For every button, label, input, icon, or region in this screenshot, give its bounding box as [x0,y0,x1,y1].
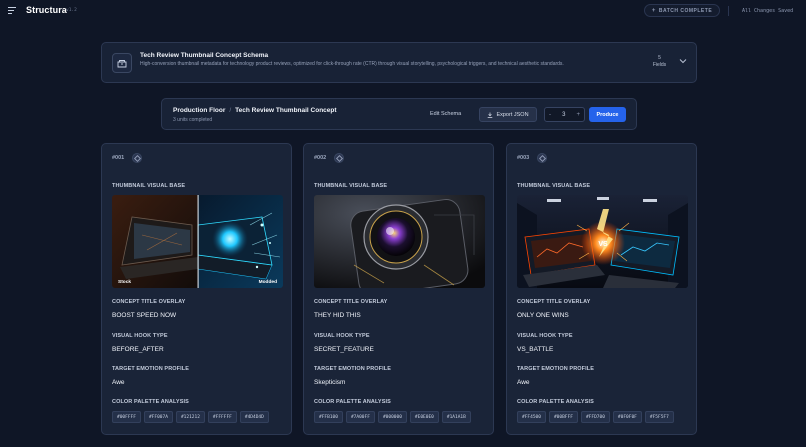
batch-status-label: BATCH COMPLETE [658,7,713,14]
increment-button[interactable]: + [576,112,580,118]
card-id: #003 [517,155,530,161]
thumbnail-image [314,195,485,288]
breadcrumb-root[interactable]: Production Floor [173,107,225,114]
color-chip: #0F0F0F [612,411,642,423]
field-label-visual-base: THUMBNAIL VISUAL BASE [517,183,591,189]
color-chip: #000000 [377,411,407,423]
field-value-hook-type: SECRET_FEATURE [314,346,374,353]
color-chip: #00FFFF [112,411,141,423]
field-value-emotion: Skepticism [314,379,346,386]
schema-description: High-conversion thumbnail metadata for t… [140,61,564,67]
divider [728,6,729,16]
color-chip: #00BFFF [548,411,578,423]
save-status: All Changes Saved [742,8,794,14]
image-caption-left: Stock [118,280,132,285]
concept-card: #003 THUMBNAIL VISUAL BASE VS CONCEPT TI… [506,143,697,435]
field-label-emotion: TARGET EMOTION PROFILE [112,366,189,372]
color-chip: #FF007A [143,411,173,423]
fields-count: 5 Fields [647,55,672,69]
color-chip: #1A1A1B [441,411,471,423]
field-label-palette: COLOR PALETTE ANALYSIS [314,399,391,405]
field-label-title-overlay: CONCEPT TITLE OVERLAY [314,299,388,305]
schema-banner[interactable]: Tech Review Thumbnail Concept Schema Hig… [101,42,697,83]
produce-button[interactable]: Produce [589,107,626,122]
breadcrumb-separator: / [229,107,232,114]
schema-box-icon [112,53,132,73]
thumbnail-image: Stock Modded [112,195,283,288]
field-label-title-overlay: CONCEPT TITLE OVERLAY [112,299,186,305]
app-version: v1.2 [66,8,77,13]
color-chip: #4D4D4D [239,411,269,423]
decrement-button[interactable]: - [549,112,551,118]
quantity-value[interactable]: 3 [562,112,565,118]
field-label-visual-base: THUMBNAIL VISUAL BASE [314,183,388,189]
card-options-icon[interactable] [537,153,547,163]
color-chip: #FFB100 [314,411,343,423]
schema-title: Tech Review Thumbnail Concept Schema [140,52,269,59]
card-id: #001 [112,155,125,161]
card-options-icon[interactable] [132,153,142,163]
sparkle-icon: + [651,7,656,14]
top-bar: Structura v1.2 + BATCH COMPLETE All Chan… [0,0,806,22]
palette-chips: #FF4500 #00BFFF #FFD700 #0F0F0F #F5F5F7 [517,411,674,423]
field-label-emotion: TARGET EMOTION PROFILE [314,366,391,372]
field-value-title-overlay: ONLY ONE WINS [517,312,569,319]
palette-chips: #FFB100 #7A00FF #000000 #E0E0E0 #1A1A1B [314,411,471,423]
field-label-hook-type: VISUAL HOOK TYPE [314,333,370,339]
palette-chips: #00FFFF #FF007A #121212 #FFFFFF #4D4D4D [112,411,269,423]
card-options-icon[interactable] [334,153,344,163]
quantity-stepper[interactable]: - 3 + [544,107,585,122]
concept-card: #001 THUMBNAIL VISUAL BASE Stock Modded … [101,143,292,435]
chevron-down-icon[interactable] [679,57,687,65]
color-chip: #F5F5F7 [644,411,674,423]
field-value-emotion: Awe [517,379,530,386]
vs-caption: VS [598,241,608,248]
fields-count-value: 5 [658,55,661,61]
color-chip: #E0E0E0 [409,411,439,423]
color-chip: #FFD700 [580,411,610,423]
field-label-title-overlay: CONCEPT TITLE OVERLAY [517,299,591,305]
image-caption-right: Modded [258,280,277,285]
card-id: #002 [314,155,327,161]
download-icon [488,112,493,118]
field-value-title-overlay: BOOST SPEED NOW [112,312,177,319]
export-json-label: Export JSON [496,111,529,118]
thumbnail-image: VS [517,195,688,288]
edit-schema-button[interactable]: Edit Schema [430,111,461,117]
export-json-button[interactable]: Export JSON [479,107,537,122]
production-toolbar: Production Floor / Tech Review Thumbnail C… [161,98,637,130]
batch-status-badge: + BATCH COMPLETE [644,4,720,17]
field-label-visual-base: THUMBNAIL VISUAL BASE [112,183,186,189]
units-completed: 3 units completed [173,117,213,123]
field-value-title-overlay: THEY HID THIS [314,312,361,319]
fields-count-label: Fields [652,62,667,68]
concept-card: #002 THUMBNAIL VISUAL BASE CONCEPT TITLE… [303,143,494,435]
app-name: Structura [26,5,67,15]
color-chip: #FFFFFF [207,411,237,423]
field-label-palette: COLOR PALETTE ANALYSIS [112,399,189,405]
field-label-emotion: TARGET EMOTION PROFILE [517,366,594,372]
field-label-palette: COLOR PALETTE ANALYSIS [517,399,594,405]
breadcrumb: Production Floor / Tech Review Thumbnail C… [173,107,337,114]
color-chip: #FF4500 [517,411,546,423]
color-chip: #7A00FF [345,411,375,423]
field-value-hook-type: BEFORE_AFTER [112,346,164,353]
field-value-emotion: Awe [112,379,125,386]
color-chip: #121212 [175,411,205,423]
field-label-hook-type: VISUAL HOOK TYPE [112,333,168,339]
field-value-hook-type: VS_BATTLE [517,346,554,353]
field-label-hook-type: VISUAL HOOK TYPE [517,333,573,339]
breadcrumb-current: Tech Review Thumbnail Concept [235,107,337,114]
menu-icon[interactable] [8,7,16,14]
